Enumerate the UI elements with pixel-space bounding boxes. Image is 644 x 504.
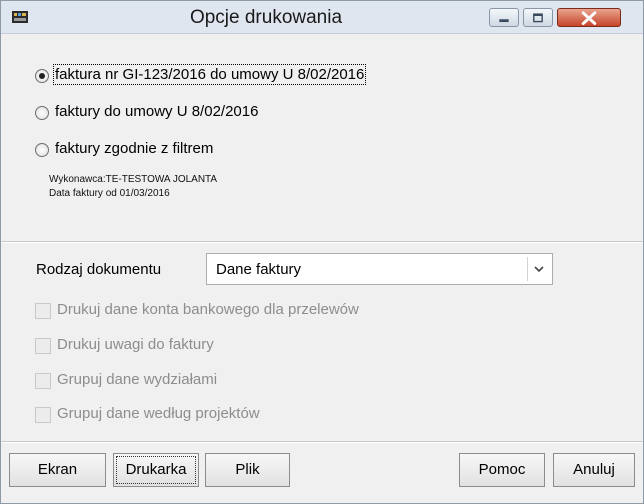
close-icon — [581, 11, 597, 25]
checkbox[interactable] — [35, 407, 51, 423]
radio-button[interactable] — [35, 143, 49, 157]
minimize-icon — [499, 19, 509, 23]
checkbox-label: Grupuj dane wydziałami — [57, 371, 218, 388]
window-title: Opcje drukowania — [189, 7, 343, 28]
document-type-select[interactable]: Dane faktury — [206, 253, 553, 285]
radio-label: faktura nr GI-123/2016 do umowy U 8/02/2… — [52, 64, 367, 85]
document-type-label: Rodzaj dokumentu — [36, 261, 162, 278]
maximize-icon — [533, 13, 543, 23]
checkbox-label: Drukuj dane konta bankowego dla przelewó… — [57, 301, 359, 318]
chevron-down-icon[interactable] — [527, 257, 550, 281]
document-type-value: Dane faktury — [216, 261, 302, 278]
minimize-button[interactable] — [489, 8, 519, 27]
checkbox[interactable] — [35, 338, 51, 354]
title-bar[interactable]: Opcje drukowania — [1, 1, 643, 34]
checkbox-label: Drukuj uwagi do faktury — [57, 336, 214, 353]
cancel-button[interactable]: Anuluj — [553, 453, 635, 487]
checkbox-label: Grupuj dane według projektów — [57, 405, 260, 422]
checkbox[interactable] — [35, 373, 51, 389]
help-button[interactable]: Pomoc — [459, 453, 545, 487]
radio-label: faktury zgodnie z filtrem — [55, 140, 214, 157]
radio-button[interactable] — [35, 69, 49, 83]
section-divider — [1, 241, 643, 243]
filter-date-info: Data faktury od 01/03/2016 — [49, 188, 170, 199]
close-button[interactable] — [557, 8, 621, 27]
button-bar-divider — [1, 441, 643, 443]
radio-label: faktury do umowy U 8/02/2016 — [55, 103, 259, 120]
file-button[interactable]: Plik — [205, 453, 290, 487]
print-options-dialog: Opcje drukowania faktura nr GI-123/2016 … — [0, 0, 644, 504]
printer-button[interactable]: Drukarka — [113, 453, 199, 487]
screen-button[interactable]: Ekran — [9, 453, 106, 487]
filter-contractor-info: Wykonawca:TE-TESTOWA JOLANTA — [49, 174, 218, 185]
radio-button[interactable] — [35, 106, 49, 120]
maximize-button[interactable] — [523, 8, 553, 27]
checkbox[interactable] — [35, 303, 51, 319]
